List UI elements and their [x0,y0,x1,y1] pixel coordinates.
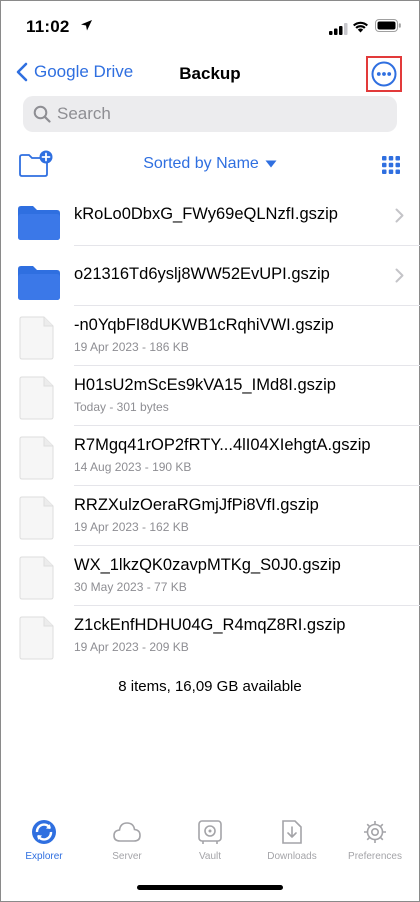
file-name: H01sU2mScEs9kVA15_IMd8I.gszip [74,376,336,394]
file-row[interactable]: H01sU2mScEs9kVA15_IMd8I.gszip Today - 30… [0,366,420,426]
cellular-signal-icon [329,22,348,40]
downloads-icon [250,815,334,849]
tab-label: Preferences [348,851,402,862]
more-options-button[interactable] [366,56,402,92]
storage-summary: 8 items, 16,09 GB available [118,678,302,695]
file-name: R7Mgq41rOP2fRTY...4lI04XIehgtA.gszip [74,436,371,454]
tab-label: Vault [198,851,222,862]
tab-server[interactable]: Server [85,815,169,862]
ellipsis-circle-icon [371,61,397,87]
chevron-right-icon [395,208,404,228]
caret-down-icon [265,155,277,173]
file-name: kRoLo0DbxG_FWy69eQLNzfI.gszip [74,205,338,223]
file-row[interactable]: -n0YqbFI8dUKWB1cRqhiVWI.gszip 19 Apr 202… [0,306,420,366]
gear-icon [333,815,417,849]
folder-row[interactable]: kRoLo0DbxG_FWy69eQLNzfI.gszip [0,186,420,246]
file-row[interactable]: Z1ckEnfHDHU04G_R4mqZ8RI.gszip 19 Apr 202… [0,606,420,666]
file-name: o21316Td6yslj8WW52EvUPI.gszip [74,265,330,283]
document-icon [18,316,54,365]
folder-icon [18,206,60,245]
file-meta: 19 Apr 2023 - 209 KB [74,640,189,654]
tab-vault[interactable]: Vault [168,815,252,862]
folder-row[interactable]: o21316Td6yslj8WW52EvUPI.gszip [0,246,420,306]
file-meta: 14 Aug 2023 - 190 KB [74,460,192,474]
file-row[interactable]: R7Mgq41rOP2fRTY...4lI04XIehgtA.gszip 14 … [0,426,420,486]
file-meta: 19 Apr 2023 - 162 KB [74,520,189,534]
file-meta: Today - 301 bytes [74,400,169,414]
navigation-bar: Google Drive Backup [0,52,420,96]
grid-view-button[interactable] [382,156,400,179]
tab-label: Downloads [267,851,317,862]
vault-icon [168,815,252,849]
search-placeholder: Search [57,104,111,123]
tab-explorer[interactable]: Explorer [2,815,86,862]
file-meta: 30 May 2023 - 77 KB [74,580,187,594]
tab-label: Server [112,851,142,862]
tab-preferences[interactable]: Preferences [333,815,417,862]
file-name: Z1ckEnfHDHU04G_R4mqZ8RI.gszip [74,616,346,634]
document-icon [18,556,54,605]
location-arrow-icon [80,19,93,37]
file-name: WX_1lkzQK0zavpMTKg_S0J0.gszip [74,556,341,574]
home-indicator[interactable] [137,885,283,890]
document-icon [18,496,54,545]
document-icon [18,376,54,425]
folder-icon [18,266,60,305]
file-row[interactable]: RRZXulzOeraRGmjJfPi8VfI.gszip 19 Apr 202… [0,486,420,546]
status-bar: 11:02 [0,0,420,52]
sort-label: Sorted by Name [143,155,259,173]
tab-bar: Explorer Server Vault Downloads Preferen… [0,815,420,875]
wifi-icon [352,20,369,38]
cloud-icon [85,815,169,849]
search-field[interactable]: Search [23,96,397,132]
search-icon [33,105,51,123]
file-list: kRoLo0DbxG_FWy69eQLNzfI.gszip o21316Td6y… [0,186,420,666]
sort-selector[interactable]: Sorted by Name [0,155,420,173]
document-icon [18,616,54,665]
file-name: RRZXulzOeraRGmjJfPi8VfI.gszip [74,496,319,514]
chevron-right-icon [395,268,404,288]
file-name: -n0YqbFI8dUKWB1cRqhiVWI.gszip [74,316,334,334]
grid-view-icon [382,156,400,174]
tab-label: Explorer [25,851,63,862]
file-meta: 19 Apr 2023 - 186 KB [74,340,189,354]
status-time: 11:02 [26,17,70,36]
toolbar: Sorted by Name [0,148,420,182]
tab-downloads[interactable]: Downloads [250,815,334,862]
file-row[interactable]: WX_1lkzQK0zavpMTKg_S0J0.gszip 30 May 202… [0,546,420,606]
battery-icon [375,19,402,37]
document-icon [18,436,54,485]
page-title: Backup [179,64,241,83]
explorer-icon [2,815,86,849]
